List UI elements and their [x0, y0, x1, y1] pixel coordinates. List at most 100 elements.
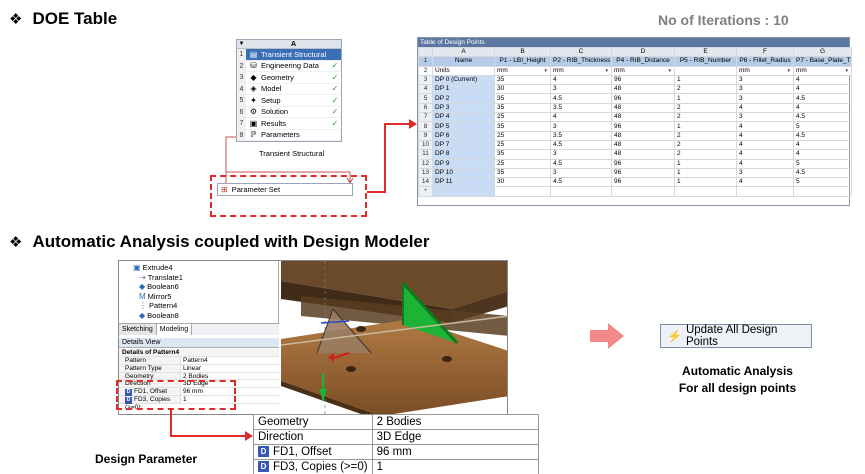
tree-item-translate1[interactable]: ⇢ Translate1 [139, 273, 183, 282]
details-value[interactable]: 2 Bodies [181, 373, 279, 380]
table-cell[interactable] [793, 186, 852, 197]
table-cell[interactable]: 48 [611, 84, 675, 95]
table-cell[interactable]: 2 [674, 84, 737, 95]
parameter-badge-icon[interactable]: D [258, 446, 269, 458]
tab-sketching[interactable]: Sketching [119, 324, 157, 335]
table-cell[interactable]: 25 [494, 139, 551, 151]
table-cell[interactable]: 4 [793, 149, 852, 160]
system-cell-setup[interactable]: 5 ✦ Setup ✓ [237, 95, 341, 107]
table-cell[interactable]: 5 [793, 158, 852, 169]
table-cell[interactable]: DP 6 [432, 130, 495, 141]
table-cell[interactable] [432, 186, 495, 197]
table-cell[interactable]: 96 [611, 121, 675, 132]
table-cell[interactable]: E [674, 46, 737, 58]
tree-item-extrude4[interactable]: ▣ Extrude4 [133, 263, 173, 272]
table-cell[interactable]: P4 - RIB_Distance [611, 56, 675, 67]
table-cell[interactable] [611, 186, 675, 197]
table-cell[interactable]: G [793, 46, 852, 58]
table-cell[interactable]: 35 [494, 149, 551, 160]
details-row[interactable]: Pattern Pattern4 [119, 357, 279, 365]
table-cell[interactable]: B [494, 46, 551, 58]
table-cell[interactable]: 5 [793, 177, 852, 188]
table-cell[interactable]: DP 8 [432, 149, 495, 160]
table-cell[interactable]: Name [432, 56, 495, 67]
tab-modeling[interactable]: Modeling [156, 324, 193, 335]
table-cell[interactable]: 2 [674, 112, 737, 123]
tree-item-mirror5[interactable]: M Mirror5 [139, 292, 171, 301]
table-cell[interactable]: 4 [736, 130, 794, 141]
table-cell[interactable]: DP 4 [432, 112, 495, 123]
table-cell[interactable]: P7 - Base_Plate_THK [793, 56, 852, 67]
param-value[interactable]: 3D Edge [371, 429, 540, 445]
table-cell[interactable]: 48 [611, 102, 675, 114]
table-cell[interactable] [494, 186, 551, 197]
details-row[interactable]: Pattern Type Linear [119, 364, 279, 373]
table-cell[interactable]: 4.5 [550, 158, 612, 169]
tree-item-boolean6[interactable]: ◆ Boolean6 [139, 282, 179, 291]
table-cell[interactable]: 2 [674, 139, 737, 151]
table-cell[interactable]: 5 [793, 121, 852, 132]
table-cell[interactable]: 1 [674, 177, 737, 188]
table-cell[interactable]: 30 [494, 84, 551, 95]
table-cell[interactable]: DP 10 [432, 167, 495, 179]
table-cell[interactable]: A [432, 46, 495, 58]
table-cell[interactable]: 30 [494, 177, 551, 188]
table-cell[interactable]: 25 [494, 130, 551, 141]
collapse-arrow-icon[interactable]: ▼ [237, 40, 246, 48]
system-cell-solution[interactable]: 6 ⚙ Solution ✓ [237, 106, 341, 118]
table-cell[interactable] [674, 186, 737, 197]
3d-viewport[interactable] [281, 261, 507, 414]
table-cell[interactable]: mm [793, 65, 852, 76]
system-cell-engineering-data[interactable]: 2 ⛁ Engineering Data ✓ [237, 60, 341, 72]
table-cell[interactable]: 3 [736, 93, 794, 104]
table-cell[interactable]: 96 [611, 158, 675, 169]
table-cell[interactable]: 4 [736, 158, 794, 169]
table-cell[interactable]: DP 2 [432, 93, 495, 104]
table-cell[interactable]: mm [494, 65, 551, 76]
table-cell[interactable]: 4.5 [550, 93, 612, 104]
table-cell[interactable]: 4 [736, 121, 794, 132]
table-cell[interactable]: 2 [674, 102, 737, 114]
table-cell[interactable]: P2 - RIB_Thickness [550, 56, 612, 67]
table-cell[interactable]: 2 [674, 130, 737, 141]
table-cell[interactable]: 4.5 [793, 167, 852, 179]
system-cell-transient-structural[interactable]: 1 ▤ Transient Structural [237, 49, 341, 61]
table-cell[interactable]: Units [432, 65, 495, 76]
table-cell[interactable]: 35 [494, 167, 551, 179]
table-cell[interactable]: 4.5 [550, 177, 612, 188]
table-cell[interactable]: DP 7 [432, 139, 495, 151]
table-cell[interactable]: 4 [736, 139, 794, 151]
table-cell[interactable]: 4 [550, 112, 612, 123]
parameter-badge-icon[interactable]: D [258, 461, 269, 473]
tree-item-boolean8[interactable]: ◆ Boolean8 [139, 311, 179, 320]
table-cell[interactable]: mm [550, 65, 612, 76]
table-cell[interactable]: 1 [674, 158, 737, 169]
table-cell[interactable]: DP 5 [432, 121, 495, 132]
table-cell[interactable]: 4.5 [793, 112, 852, 123]
table-cell[interactable]: 3 [550, 121, 612, 132]
table-cell[interactable]: 4 [793, 102, 852, 114]
table-cell[interactable]: 4 [550, 74, 612, 86]
table-cell[interactable]: 35 [494, 102, 551, 114]
table-cell[interactable]: P5 - RIB_Number [674, 56, 737, 67]
table-cell[interactable]: DP 3 [432, 102, 495, 114]
table-cell[interactable] [550, 186, 612, 197]
feature-tree[interactable]: ▣ Extrude4 ⇢ Translate1 ◆ Boolean6 M Mirror5 ⋮ Pa… [119, 261, 279, 323]
table-cell[interactable]: DP 9 [432, 158, 495, 169]
update-all-design-points-button[interactable]: ⚡ Update All Design Points [660, 324, 812, 348]
table-cell[interactable]: 4 [793, 84, 852, 95]
table-cell[interactable]: DP 1 [432, 84, 495, 95]
table-cell[interactable]: 4 [736, 177, 794, 188]
param-value[interactable]: 2 Bodies [371, 414, 540, 430]
table-cell[interactable]: 3 [736, 167, 794, 179]
table-cell[interactable]: P6 - Fillet_Radius [736, 56, 794, 67]
table-cell[interactable]: 4 [736, 149, 794, 160]
table-cell[interactable] [736, 186, 794, 197]
table-cell[interactable]: C [550, 46, 612, 58]
system-cell-model[interactable]: 4 ◈ Model ✓ [237, 83, 341, 95]
table-cell[interactable]: 1 [674, 74, 737, 86]
table-cell[interactable]: 48 [611, 112, 675, 123]
table-cell[interactable]: 35 [494, 121, 551, 132]
table-cell[interactable]: 48 [611, 130, 675, 141]
table-cell[interactable]: 35 [494, 74, 551, 86]
